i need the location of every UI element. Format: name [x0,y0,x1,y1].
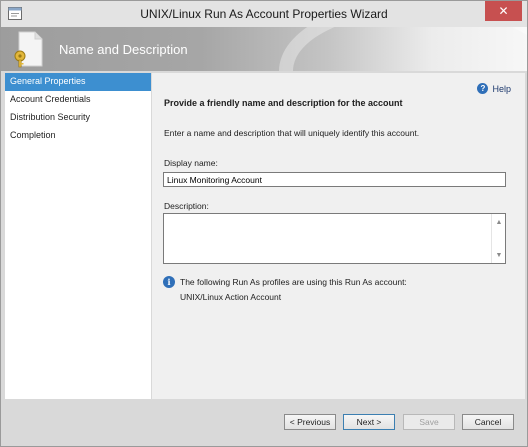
wizard-window: UNIX/Linux Run As Account Properties Wiz… [0,0,528,447]
title-bar[interactable]: UNIX/Linux Run As Account Properties Wiz… [1,1,527,27]
nav-item-completion[interactable]: Completion [5,127,151,145]
help-icon: ? [477,83,489,94]
help-label: Help [492,83,511,94]
profile-list-item: UNIX/Linux Action Account [180,292,282,302]
help-link[interactable]: ? Help [477,83,511,94]
next-button[interactable]: Next > [343,414,395,430]
wizard-banner: Name and Description [1,27,527,71]
description-label: Description: [164,201,209,211]
cancel-button[interactable]: Cancel [462,414,514,430]
document-key-icon [14,31,43,68]
info-icon: i [163,276,175,288]
description-scrollbar[interactable]: ▲ ▼ [491,214,505,263]
scroll-down-icon[interactable]: ▼ [492,249,506,261]
page-title: Name and Description [59,42,188,57]
description-field[interactable]: ▲ ▼ [163,213,506,264]
previous-button[interactable]: < Previous [284,414,336,430]
content-panel: ? Help Provide a friendly name and descr… [152,73,525,399]
window-title: UNIX/Linux Run As Account Properties Wiz… [140,7,388,21]
nav-item-general-properties[interactable]: General Properties [5,73,151,91]
display-name-field[interactable] [163,172,506,187]
nav-item-distribution-security[interactable]: Distribution Security [5,109,151,127]
display-name-label: Display name: [164,158,218,168]
wizard-nav: General Properties Account Credentials D… [5,73,151,399]
wizard-footer: < Previous Next > Save Cancel [1,399,527,446]
scroll-up-icon[interactable]: ▲ [492,216,506,228]
close-button[interactable]: ✕ [485,1,522,21]
close-icon: ✕ [498,4,509,18]
info-text: The following Run As profiles are using … [180,277,407,287]
nav-item-account-credentials[interactable]: Account Credentials [5,91,151,109]
section-heading: Provide a friendly name and description … [164,98,403,108]
save-button[interactable]: Save [403,414,455,430]
instruction-text: Enter a name and description that will u… [164,128,420,138]
